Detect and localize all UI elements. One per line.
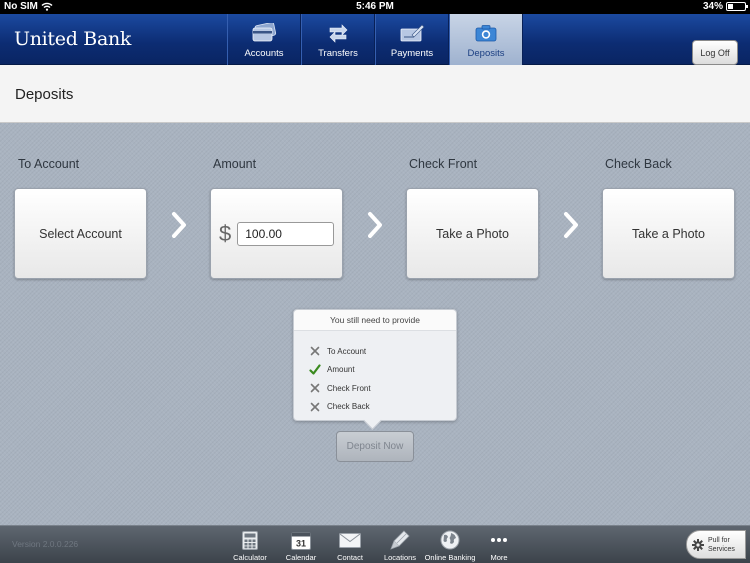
requirement-label: To Account [327, 346, 367, 356]
amount-card: $ 100.00 [210, 188, 343, 279]
requirements-list: To Account Amount Check Front Check Back [294, 331, 456, 416]
requirement-label: Check Back [327, 402, 370, 412]
bottom-toolbar: Version 2.0.0.226 Calculator 31 Calendar [0, 525, 750, 563]
calendar-icon: 31 [291, 531, 311, 550]
envelope-icon [339, 532, 361, 548]
calendar-day: 31 [296, 538, 306, 548]
check-back-label: Check Back [605, 157, 672, 171]
requirement-item: To Account [309, 342, 456, 361]
requirements-header: You still need to provide [294, 310, 456, 331]
amount-label: Amount [213, 157, 257, 171]
page-title-bar: Deposits [0, 65, 750, 123]
select-account-button[interactable]: Select Account [14, 188, 147, 279]
locations-button[interactable]: Locations [380, 528, 420, 562]
globe-icon [440, 530, 460, 550]
checkmark-icon [309, 364, 321, 376]
check-back-photo-label: Take a Photo [632, 226, 705, 241]
check-pen-icon [400, 24, 425, 42]
check-back-photo-button[interactable]: Take a Photo [602, 188, 735, 279]
contact-label: Contact [337, 553, 363, 562]
requirement-item: Amount [309, 361, 456, 380]
requirements-popup: You still need to provide To Account Amo… [293, 309, 457, 421]
more-label: More [490, 553, 508, 562]
battery-icon [726, 2, 748, 11]
contact-button[interactable]: Contact [330, 528, 370, 562]
calculator-button[interactable]: Calculator [230, 528, 270, 562]
chevron-right-icon [172, 212, 186, 238]
page-title: Deposits [15, 86, 74, 103]
check-front-photo-button[interactable]: Take a Photo [406, 188, 539, 279]
app-header: United Bank Accounts Transfers Payments … [0, 14, 750, 65]
bank-name: United Bank [14, 28, 132, 50]
tab-deposits-label: Deposits [467, 48, 505, 59]
locations-label: Locations [383, 553, 417, 562]
tab-accounts-label: Accounts [244, 48, 284, 59]
pull-line-2: Services [708, 545, 735, 553]
check-front-photo-label: Take a Photo [436, 226, 509, 241]
calculator-label: Calculator [233, 553, 267, 562]
x-mark-icon [309, 382, 321, 394]
tab-payments-label: Payments [390, 48, 434, 59]
x-mark-icon [309, 401, 321, 413]
transfer-arrows-icon [329, 24, 348, 43]
status-bar: No SIM 5:46 PM 34% [0, 0, 750, 14]
clock: 5:46 PM [356, 1, 394, 12]
tab-deposits[interactable]: Deposits [449, 14, 523, 65]
main-tabs: Accounts Transfers Payments Deposits [227, 14, 523, 65]
pull-line-1: Pull for [708, 536, 730, 544]
calendar-button[interactable]: 31 Calendar [281, 528, 321, 562]
chevron-right-icon [564, 212, 578, 238]
credit-card-icon [252, 23, 277, 42]
chevron-right-icon [368, 212, 382, 238]
amount-input[interactable]: 100.00 [237, 221, 335, 246]
battery-fill [728, 4, 734, 9]
requirement-item: Check Front [309, 379, 456, 398]
check-front-label: Check Front [409, 157, 478, 171]
tab-transfers[interactable]: Transfers [301, 14, 375, 65]
to-account-label: To Account [18, 157, 80, 171]
pull-for-services-button[interactable]: Pull for Services [686, 530, 746, 559]
map-pin-icon [390, 530, 410, 550]
online-banking-label: Online Banking [424, 553, 476, 562]
battery-percent: 34% [702, 1, 723, 12]
select-account-label: Select Account [39, 226, 122, 241]
camera-icon [475, 25, 497, 42]
bank-logo: United Bank [14, 28, 131, 50]
log-off-button[interactable]: Log Off [692, 40, 738, 65]
calculator-icon [242, 530, 258, 550]
requirement-item: Check Back [309, 398, 456, 417]
more-button[interactable]: More [484, 528, 514, 562]
deposit-now-button[interactable]: Deposit Now [336, 431, 414, 462]
deposit-workflow: To Account Amount Check Front Check Back… [0, 123, 750, 525]
calendar-label: Calendar [285, 553, 317, 562]
gear-icon [692, 538, 704, 551]
tab-accounts[interactable]: Accounts [227, 14, 301, 65]
battery-status: 34% [702, 1, 748, 12]
tab-transfers-label: Transfers [318, 48, 358, 59]
currency-symbol: $ [219, 220, 232, 246]
more-dots-icon [491, 538, 507, 542]
x-mark-icon [309, 345, 321, 357]
pull-for-services-label: Pull for Services [708, 536, 735, 554]
requirement-label: Check Front [327, 383, 371, 393]
tab-payments[interactable]: Payments [375, 14, 449, 65]
requirement-label: Amount [327, 365, 355, 375]
version-label: Version 2.0.0.226 [12, 539, 79, 549]
online-banking-button[interactable]: Online Banking [422, 528, 478, 562]
